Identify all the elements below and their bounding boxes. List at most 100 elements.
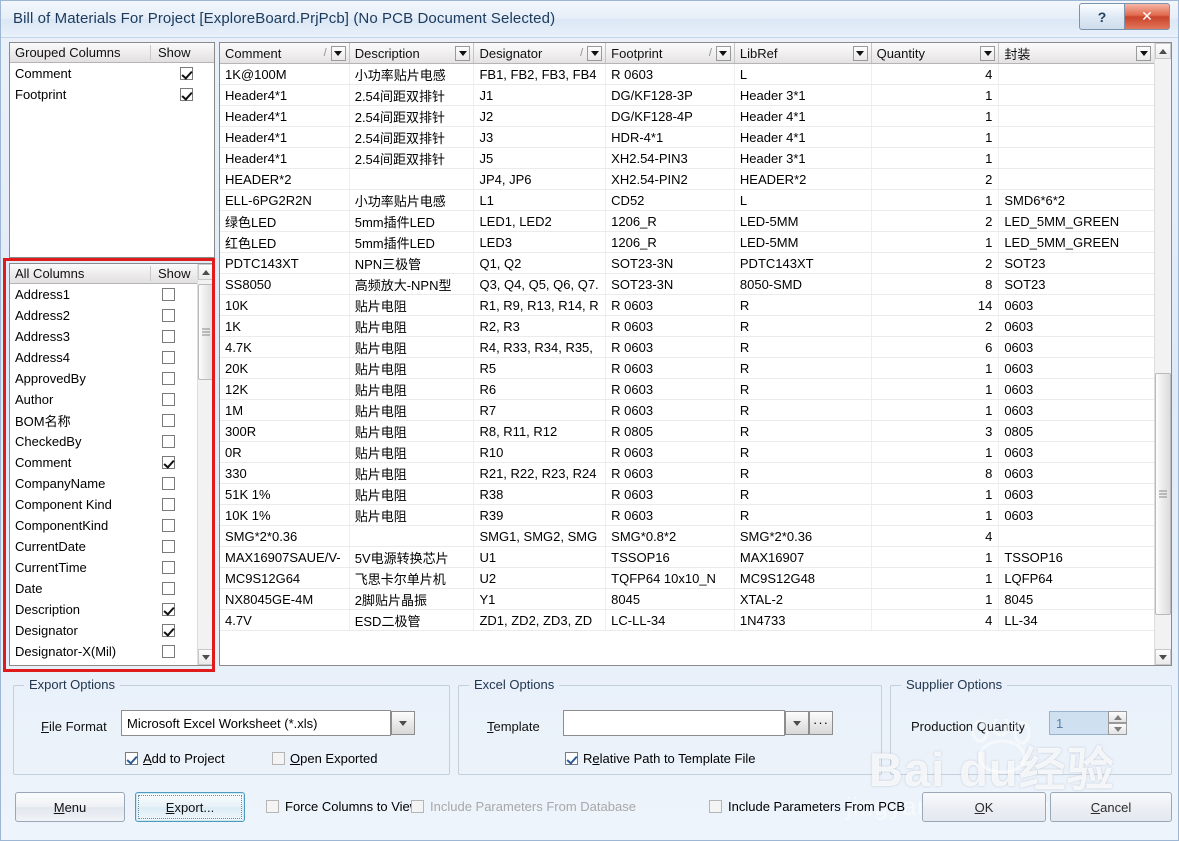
list-item[interactable]: CurrentDate	[10, 536, 196, 557]
bom-grid-header[interactable]: Comment / Description Designator / Footprint /…	[220, 43, 1154, 64]
column-filter-dropdown-icon[interactable]	[715, 45, 731, 61]
grouped-column-show-checkbox[interactable]	[158, 67, 214, 80]
grid-scroll-up-icon[interactable]	[1155, 43, 1171, 59]
list-item[interactable]: Date	[10, 578, 196, 599]
table-row[interactable]: SMG*2*0.36 SMG1, SMG2, SMG SMG*0.8*2 SMG*2*…	[220, 526, 1154, 547]
grid-header-2[interactable]: Designator /	[474, 43, 607, 63]
grid-header-6[interactable]: 封装	[999, 43, 1154, 63]
column-filter-dropdown-icon[interactable]	[330, 45, 346, 61]
list-item[interactable]: Component Kind	[10, 494, 196, 515]
all-column-show-checkbox[interactable]	[140, 372, 196, 385]
all-column-show-checkbox[interactable]	[140, 519, 196, 532]
table-row[interactable]: Header4*1 2.54间距双排针 J1 DG/KF128-3P Header 3*…	[220, 85, 1154, 106]
all-column-show-checkbox[interactable]	[140, 582, 196, 595]
grid-header-3[interactable]: Footprint /	[606, 43, 735, 63]
list-item[interactable]: Address3	[10, 326, 196, 347]
list-item[interactable]: ApprovedBy	[10, 368, 196, 389]
table-row[interactable]: PDTC143XT NPN三极管 Q1, Q2 SOT23-3N PDTC143XT 2 S…	[220, 253, 1154, 274]
table-row[interactable]: ELL-6PG2R2N 小功率贴片电感 L1 CD52 L 1 SMD6*6*2	[220, 190, 1154, 211]
all-columns-scrollbar[interactable]	[197, 264, 214, 665]
table-row[interactable]: 51K 1% 贴片电阻 R38 R 0603 R 1 0603	[220, 484, 1154, 505]
template-input[interactable]	[563, 710, 785, 736]
bom-grid-scrollbar[interactable]	[1154, 43, 1171, 665]
column-filter-dropdown-icon[interactable]	[980, 45, 996, 61]
list-item[interactable]: Description	[10, 599, 196, 620]
table-row[interactable]: SS8050 高频放大-NPN型 Q3, Q4, Q5, Q6, Q7. SOT23-…	[220, 274, 1154, 295]
list-item[interactable]: Designator-Y(Mil)	[10, 662, 196, 665]
template-browse-button[interactable]: ···	[809, 711, 833, 735]
list-item[interactable]: Address4	[10, 347, 196, 368]
table-row[interactable]: 绿色LED 5mm插件LED LED1, LED2 1206_R LED-5MM 2 LED…	[220, 211, 1154, 232]
table-row[interactable]: 330 贴片电阻 R21, R22, R23, R24 R 0603 R 8 0603	[220, 463, 1154, 484]
table-row[interactable]: 10K 贴片电阻 R1, R9, R13, R14, RR 0603 R 14 0603	[220, 295, 1154, 316]
grouped-columns-list[interactable]: Comment Footprint	[10, 63, 214, 105]
all-column-show-checkbox[interactable]	[140, 309, 196, 322]
stepper-up-icon[interactable]	[1108, 711, 1127, 723]
table-row[interactable]: 红色LED 5mm插件LED LED3 1206_R LED-5MM 1 LED_5MM_G…	[220, 232, 1154, 253]
all-column-show-checkbox[interactable]	[140, 330, 196, 343]
table-row[interactable]: 0R 贴片电阻 R10 R 0603 R 1 0603	[220, 442, 1154, 463]
table-row[interactable]: Header4*1 2.54间距双排针 J5 XH2.54-PIN3 Header 3*…	[220, 148, 1154, 169]
column-filter-dropdown-icon[interactable]	[852, 45, 868, 61]
ok-button[interactable]: OK	[922, 792, 1046, 822]
help-icon[interactable]: ?	[1079, 3, 1125, 30]
template-dropdown-icon[interactable]	[785, 711, 809, 735]
list-item[interactable]: Author	[10, 389, 196, 410]
list-item[interactable]: Comment	[10, 63, 214, 84]
grid-header-4[interactable]: LibRef	[735, 43, 872, 63]
table-row[interactable]: 1K 贴片电阻 R2, R3 R 0603 R 2 0603	[220, 316, 1154, 337]
all-column-show-checkbox[interactable]	[140, 540, 196, 553]
table-row[interactable]: Header4*1 2.54间距双排针 J2 DG/KF128-4P Header 4*…	[220, 106, 1154, 127]
add-to-project-checkbox[interactable]: Add to Project	[125, 751, 225, 766]
menu-button[interactable]: Menu	[15, 792, 125, 822]
all-column-show-checkbox[interactable]	[140, 435, 196, 448]
open-exported-checkbox[interactable]: Open Exported	[272, 751, 377, 766]
table-row[interactable]: Header4*1 2.54间距双排针 J3 HDR-4*1 Header 4*1 1	[220, 127, 1154, 148]
all-column-show-checkbox[interactable]	[140, 477, 196, 490]
list-item[interactable]: CurrentTime	[10, 557, 196, 578]
all-column-show-checkbox[interactable]	[140, 498, 196, 511]
list-item[interactable]: CompanyName	[10, 473, 196, 494]
table-row[interactable]: 1K@100M 小功率贴片电感 FB1, FB2, FB3, FB4 R 0603 L 4	[220, 64, 1154, 85]
all-column-show-checkbox[interactable]	[140, 414, 196, 427]
list-item[interactable]: Address1	[10, 284, 196, 305]
grid-scrollbar-thumb[interactable]	[1155, 373, 1171, 615]
scroll-up-icon[interactable]	[198, 264, 214, 280]
grid-header-1[interactable]: Description	[350, 43, 475, 63]
column-filter-dropdown-icon[interactable]	[1136, 45, 1151, 61]
table-row[interactable]: NX8045GE-4M 2脚贴片晶振 Y1 8045 XTAL-2 1 8045	[220, 589, 1154, 610]
table-row[interactable]: 4.7V ESD二极管 ZD1, ZD2, ZD3, ZD LC-LL-34 1N473…	[220, 610, 1154, 631]
column-filter-dropdown-icon[interactable]	[455, 45, 471, 61]
all-column-show-checkbox[interactable]	[140, 351, 196, 364]
table-row[interactable]: MC9S12G64 飞思卡尔单片机 U2 TQFP64 10x10_N MC9S12G4…	[220, 568, 1154, 589]
table-row[interactable]: 12K 贴片电阻 R6 R 0603 R 1 0603	[220, 379, 1154, 400]
list-item[interactable]: Comment	[10, 452, 196, 473]
list-item[interactable]: Address2	[10, 305, 196, 326]
column-filter-dropdown-icon[interactable]	[587, 45, 603, 61]
list-item[interactable]: Designator	[10, 620, 196, 641]
list-item[interactable]: BOM名称	[10, 410, 196, 431]
bom-grid-body[interactable]: 1K@100M 小功率贴片电感 FB1, FB2, FB3, FB4 R 0603 L 4…	[220, 64, 1154, 665]
grid-header-0[interactable]: Comment /	[220, 43, 350, 63]
list-item[interactable]: ComponentKind	[10, 515, 196, 536]
file-format-input[interactable]: Microsoft Excel Worksheet (*.xls)	[121, 710, 391, 736]
table-row[interactable]: 1M 贴片电阻 R7 R 0603 R 1 0603	[220, 400, 1154, 421]
table-row[interactable]: 300R 贴片电阻 R8, R11, R12 R 0805 R 3 0805	[220, 421, 1154, 442]
all-column-show-checkbox[interactable]	[140, 624, 196, 637]
relative-path-checkbox[interactable]: Relative Path to Template File	[565, 751, 755, 766]
stepper-buttons[interactable]	[1108, 711, 1127, 735]
close-icon[interactable]: ✕	[1125, 3, 1170, 30]
table-row[interactable]: 10K 1% 贴片电阻 R39 R 0603 R 1 0603	[220, 505, 1154, 526]
all-column-show-checkbox[interactable]	[140, 393, 196, 406]
table-row[interactable]: 4.7K 贴片电阻 R4, R33, R34, R35, R 0603 R 6 0603	[220, 337, 1154, 358]
table-row[interactable]: HEADER*2 JP4, JP6 XH2.54-PIN2 HEADER*2 2	[220, 169, 1154, 190]
all-column-show-checkbox[interactable]	[140, 456, 196, 469]
export-button[interactable]: Export...	[135, 792, 245, 822]
all-column-show-checkbox[interactable]	[140, 603, 196, 616]
list-item[interactable]: CheckedBy	[10, 431, 196, 452]
include-pcb-checkbox[interactable]: Include Parameters From PCB	[709, 799, 905, 814]
production-quantity-stepper[interactable]: 1	[1049, 711, 1127, 735]
grid-scroll-down-icon[interactable]	[1155, 649, 1171, 665]
force-columns-checkbox[interactable]: Force Columns to View	[266, 799, 419, 814]
cancel-button[interactable]: Cancel	[1050, 792, 1172, 822]
